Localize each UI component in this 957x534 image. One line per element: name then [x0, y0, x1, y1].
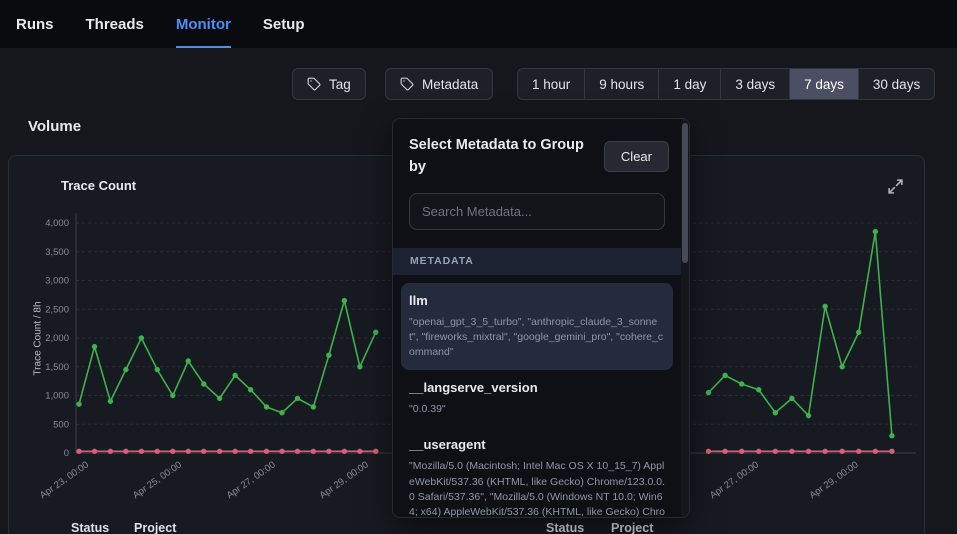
svg-text:1,500: 1,500: [45, 362, 69, 373]
metadata-item-langserve-version[interactable]: __langserve_version "0.0.39": [401, 370, 673, 427]
svg-text:1,000: 1,000: [45, 391, 69, 402]
range-9-hours[interactable]: 9 hours: [584, 69, 658, 99]
tag-filter-button[interactable]: Tag: [292, 68, 366, 100]
range-1-day[interactable]: 1 day: [658, 69, 720, 99]
svg-text:Apr 29, 00:00: Apr 29, 00:00: [808, 459, 861, 501]
legend-status-label[interactable]: Status: [546, 521, 584, 534]
metadata-filter-button[interactable]: Metadata: [385, 68, 493, 100]
svg-text:500: 500: [53, 419, 69, 430]
svg-text:Apr 27, 00:00: Apr 27, 00:00: [225, 459, 278, 501]
svg-text:Apr 23, 00:00: Apr 23, 00:00: [38, 459, 91, 501]
metadata-item-useragent[interactable]: __useragent "Mozilla/5.0 (Macintosh; Int…: [401, 427, 673, 518]
section-title-volume: Volume: [28, 118, 81, 135]
clear-button[interactable]: Clear: [604, 141, 669, 172]
dropdown-title: Select Metadata to Group by: [409, 135, 599, 179]
svg-text:Apr 27, 00:00: Apr 27, 00:00: [708, 459, 761, 501]
metadata-groupby-dropdown: Select Metadata to Group by Clear METADA…: [392, 118, 690, 518]
svg-text:3,500: 3,500: [45, 247, 69, 258]
top-nav: Runs Threads Monitor Setup: [0, 0, 957, 48]
metadata-key: __useragent: [409, 437, 665, 452]
chart-title-trace-count: Trace Count: [61, 178, 136, 193]
time-range-group: 1 hour 9 hours 1 day 3 days 7 days 30 da…: [517, 68, 935, 100]
legend-project-label[interactable]: Project: [134, 521, 176, 534]
svg-text:0: 0: [64, 448, 69, 459]
legend-status-label[interactable]: Status: [71, 521, 109, 534]
svg-text:2,000: 2,000: [45, 333, 69, 344]
dropdown-scrollbar-thumb[interactable]: [682, 123, 688, 263]
range-30-days[interactable]: 30 days: [858, 69, 934, 99]
svg-text:3,000: 3,000: [45, 276, 69, 287]
nav-tab-monitor[interactable]: Monitor: [176, 0, 231, 48]
svg-text:Apr 29, 00:00: Apr 29, 00:00: [318, 459, 371, 501]
metadata-list: llm "openai_gpt_3_5_turbo", "anthropic_c…: [393, 275, 681, 519]
metadata-key: __langserve_version: [409, 380, 665, 395]
metadata-values: "0.0.39": [409, 402, 665, 417]
metadata-item-llm[interactable]: llm "openai_gpt_3_5_turbo", "anthropic_c…: [401, 283, 673, 371]
tag-icon: [400, 77, 414, 91]
metadata-section-header: METADATA: [393, 248, 681, 275]
metadata-values: "openai_gpt_3_5_turbo", "anthropic_claud…: [409, 315, 665, 361]
metadata-button-label: Metadata: [422, 77, 478, 92]
search-metadata-input[interactable]: [409, 193, 665, 230]
tag-icon: [307, 77, 321, 91]
expand-chart-icon[interactable]: [887, 178, 904, 195]
dropdown-scrollbar[interactable]: [681, 119, 689, 517]
svg-text:4,000: 4,000: [45, 218, 69, 229]
range-3-days[interactable]: 3 days: [720, 69, 789, 99]
range-1-hour[interactable]: 1 hour: [518, 69, 584, 99]
nav-tab-threads[interactable]: Threads: [86, 0, 144, 48]
legend-project-label[interactable]: Project: [611, 521, 653, 534]
metadata-key: llm: [409, 293, 665, 308]
nav-tab-setup[interactable]: Setup: [263, 0, 305, 48]
svg-text:2,500: 2,500: [45, 304, 69, 315]
metadata-values: "Mozilla/5.0 (Macintosh; Intel Mac OS X …: [409, 459, 665, 518]
svg-text:Apr 25, 00:00: Apr 25, 00:00: [131, 459, 184, 501]
nav-tab-runs[interactable]: Runs: [16, 0, 54, 48]
range-7-days[interactable]: 7 days: [789, 69, 858, 99]
tag-button-label: Tag: [329, 77, 351, 92]
